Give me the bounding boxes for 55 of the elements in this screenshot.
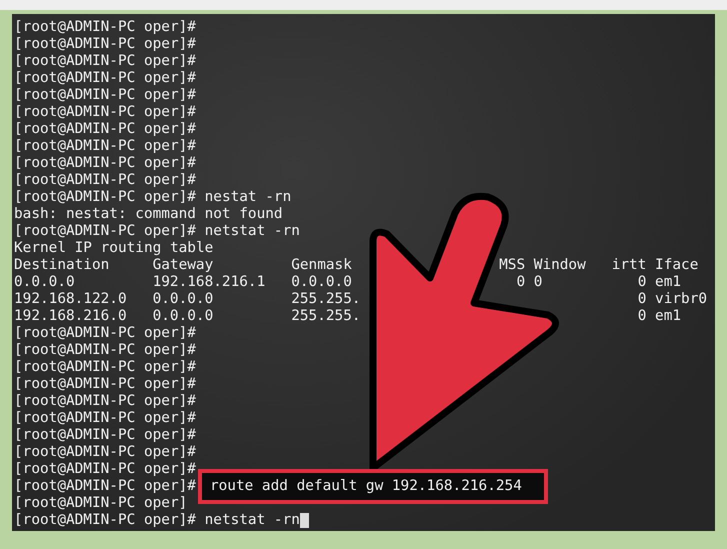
shell-prompt: [root@ADMIN-PC oper]# xyxy=(14,87,196,104)
output-text: bash: nestat: command not found xyxy=(14,206,283,223)
shell-prompt: [root@ADMIN-PC oper]# xyxy=(14,376,196,393)
table-cell-text: em1 xyxy=(654,308,682,325)
shell-prompt: [root@ADMIN-PC oper]# xyxy=(14,172,196,189)
shell-prompt: [root@ADMIN-PC oper]# xyxy=(14,189,196,206)
output-text: Kernel IP routing table xyxy=(14,240,214,257)
table-cell: 255.255. xyxy=(291,308,361,325)
shell-prompt: [root@ADMIN-PC oper]# xyxy=(14,478,196,495)
column-header: Genmask xyxy=(291,257,352,274)
shell-prompt: [root@ADMIN-PC oper]# xyxy=(14,121,196,138)
table-cell-text: em1 xyxy=(654,274,682,291)
shell-prompt: [root@ADMIN-PC oper]# xyxy=(14,19,196,36)
table-cell: 0 xyxy=(638,291,646,308)
shell-prompt: [root@ADMIN-PC oper]# xyxy=(14,461,196,478)
command-text: netstat -rn xyxy=(204,512,300,529)
table-cell: 0 xyxy=(638,308,646,325)
command-text: nestat -rn xyxy=(204,189,292,206)
shell-prompt: [root@ADMIN-PC oper]# xyxy=(14,104,196,121)
shell-prompt: [root@ADMIN-PC oper]# xyxy=(14,393,196,410)
shell-prompt: [root@ADMIN-PC oper]# xyxy=(14,223,196,240)
shell-prompt: [root@ADMIN-PC oper]# xyxy=(14,342,196,359)
table-cell: 0.0.0.0 xyxy=(152,308,214,325)
table-cell: 192.168.216.0 xyxy=(14,308,127,325)
shell-prompt: [root@ADMIN-PC oper]# xyxy=(14,70,196,87)
table-cell: 192.168.122.0 xyxy=(14,291,127,308)
table-cell: 0.0.0.0 xyxy=(14,274,75,291)
shell-prompt: [root@ADMIN-PC oper]# xyxy=(14,53,196,70)
shell-prompt: [root@ADMIN-PC oper]# xyxy=(14,138,196,155)
table-cell: 192.168.216.1 xyxy=(152,274,266,291)
shell-prompt: [root@ADMIN-PC oper]# xyxy=(14,444,196,461)
command-text: netstat -rn xyxy=(204,223,300,240)
shell-prompt: [root@ADMIN-PC oper]# xyxy=(14,512,196,529)
shell-prompt: [root@ADMIN-PC oper]# xyxy=(14,359,196,376)
column-header: Gateway xyxy=(152,257,214,274)
column-header: MSS xyxy=(499,257,526,274)
shell-prompt: [root@ADMIN-PC oper]# xyxy=(14,155,196,172)
shell-prompt: [root@ADMIN-PC oper] xyxy=(14,495,188,512)
table-cell-text: 0 xyxy=(532,274,542,291)
text-cursor xyxy=(300,513,309,528)
shell-prompt: [root@ADMIN-PC oper]# xyxy=(14,410,196,427)
shell-prompt: [root@ADMIN-PC oper]# xyxy=(14,325,196,342)
table-cell: 255.255. xyxy=(291,291,361,308)
highlighted-command: route add default gw 192.168.216.254 xyxy=(198,469,548,504)
column-header: Iface xyxy=(654,257,698,274)
shell-prompt: [root@ADMIN-PC oper]# xyxy=(14,427,196,444)
column-header: irtt xyxy=(612,257,646,274)
table-cell: 0 xyxy=(638,274,646,291)
table-cell-text: virbr0 xyxy=(654,291,708,308)
shell-prompt: [root@ADMIN-PC oper]# xyxy=(14,36,196,53)
column-header: Destination xyxy=(14,257,110,274)
table-cell: 0.0.0.0 xyxy=(291,274,352,291)
table-cell: 0 xyxy=(516,274,526,291)
table-cell: 0.0.0.0 xyxy=(152,291,214,308)
column-header: Window xyxy=(532,257,586,274)
